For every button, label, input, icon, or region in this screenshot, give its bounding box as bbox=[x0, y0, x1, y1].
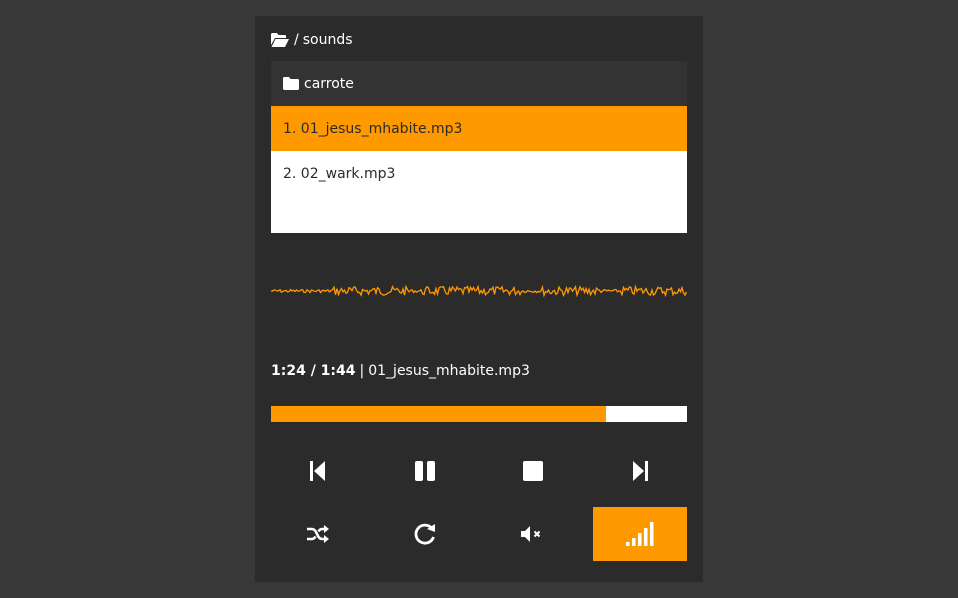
next-button[interactable] bbox=[593, 444, 687, 498]
pause-icon bbox=[414, 460, 436, 482]
pause-button[interactable] bbox=[378, 444, 472, 498]
transport-controls bbox=[271, 444, 687, 498]
stop-button[interactable] bbox=[486, 444, 580, 498]
track-label: 1. 01_jesus_mhabite.mp3 bbox=[283, 120, 463, 137]
progress-fill bbox=[271, 406, 606, 422]
folder-icon bbox=[283, 77, 304, 90]
previous-button[interactable] bbox=[271, 444, 365, 498]
previous-icon bbox=[309, 460, 327, 482]
folder-label: carrote bbox=[304, 75, 354, 92]
folder-open-icon bbox=[271, 33, 294, 47]
next-icon bbox=[631, 460, 649, 482]
volume-button[interactable] bbox=[592, 507, 687, 561]
shuffle-icon bbox=[306, 524, 330, 544]
now-playing-status: 1:24 / 1:44 | 01_jesus_mhabite.mp3 bbox=[271, 363, 530, 379]
track-label: 2. 02_wark.mp3 bbox=[283, 165, 396, 182]
audio-player: / sounds carrote 1. 01_jesus_mhabite.mp3… bbox=[255, 16, 703, 582]
mute-icon bbox=[520, 524, 546, 544]
volume-bars-icon bbox=[625, 521, 655, 547]
mute-button[interactable] bbox=[486, 507, 580, 561]
time-display: 1:24 / 1:44 bbox=[271, 363, 356, 379]
breadcrumb-separator: / bbox=[294, 32, 299, 48]
playback-options bbox=[271, 507, 687, 561]
repeat-icon bbox=[413, 522, 437, 546]
track-item[interactable]: 2. 02_wark.mp3 bbox=[271, 151, 687, 196]
repeat-button[interactable] bbox=[378, 507, 472, 561]
now-playing-title: 01_jesus_mhabite.mp3 bbox=[368, 363, 530, 379]
playlist: carrote 1. 01_jesus_mhabite.mp3 2. 02_wa… bbox=[271, 61, 687, 233]
folder-item[interactable]: carrote bbox=[271, 61, 687, 106]
waveform[interactable] bbox=[271, 271, 687, 311]
stop-icon bbox=[522, 460, 544, 482]
status-separator: | bbox=[359, 363, 365, 379]
track-item[interactable]: 1. 01_jesus_mhabite.mp3 bbox=[271, 106, 687, 151]
breadcrumb: / sounds bbox=[271, 30, 353, 50]
progress-bar[interactable] bbox=[271, 406, 687, 422]
breadcrumb-folder[interactable]: sounds bbox=[303, 32, 353, 48]
shuffle-button[interactable] bbox=[271, 507, 365, 561]
